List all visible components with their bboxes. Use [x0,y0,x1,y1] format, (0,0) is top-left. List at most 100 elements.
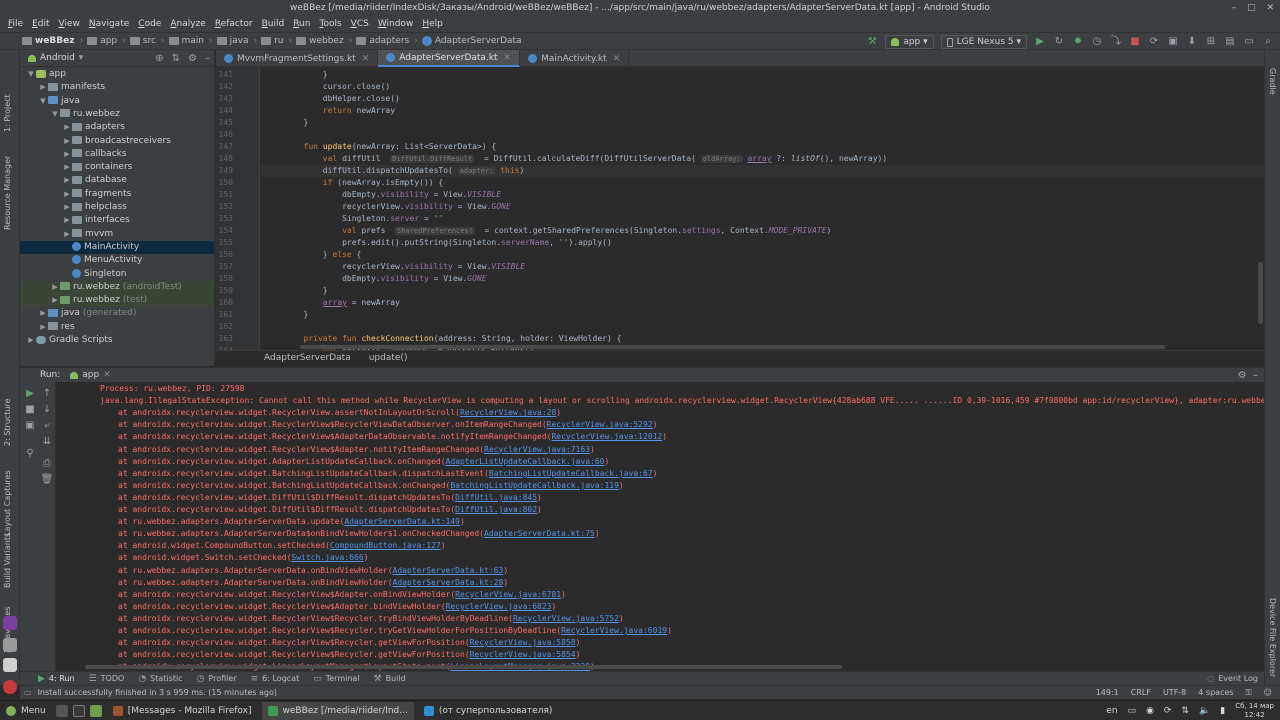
taskbar-window[interactable]: [Messages - Mozilla Firefox] [107,702,258,720]
profile-icon[interactable]: ◷ [1091,36,1103,48]
file-encoding[interactable]: UTF-8 [1163,688,1186,698]
chevron-right-icon[interactable]: ▶ [62,121,72,134]
stack-trace-link[interactable]: RecyclerView.java:5858 [470,638,576,647]
bottom-tab[interactable]: ▭ Terminal [313,674,359,684]
crumb-class[interactable]: AdapterServerData [264,353,351,363]
chevron-right-icon[interactable]: ▶ [38,321,48,334]
layout-captures-tool-tab[interactable]: Layout Captures [3,470,12,536]
close-icon[interactable]: ✕ [613,54,621,64]
chevron-right-icon[interactable]: ▶ [62,214,72,227]
locate-icon[interactable]: ⊕ [155,53,163,64]
chevron-right-icon[interactable]: ▶ [62,228,72,241]
stack-trace-link[interactable]: AdapterServerData.kt:63 [393,566,504,575]
bottom-tab[interactable]: ◷ Profiler [197,674,237,684]
breadcrumb-item[interactable]: adapters › [356,36,418,46]
tree-item[interactable]: ▼ java [20,95,214,108]
stack-trace-link[interactable]: AdapterServerData.kt:28 [393,578,504,587]
breadcrumb-item[interactable]: ru › [261,36,292,46]
desktop-launcher-icon[interactable] [3,616,17,630]
run-tab-app[interactable]: app ✕ [70,370,111,380]
stack-trace-link[interactable]: AdapterServerData.kt:149 [344,517,460,526]
close-icon[interactable]: ✕ [362,54,370,64]
menu-item-navigate[interactable]: Navigate [89,19,129,29]
editor-horizontal-scrollbar[interactable] [300,345,1165,349]
editor-tab[interactable]: MvvmFragmentSettings.kt ✕ [216,50,379,67]
taskbar-window[interactable]: weBBez [/media/riider/Ind... [261,701,414,720]
tree-item[interactable]: ▼ ru.webbez [20,108,214,121]
chevron-right-icon[interactable]: ▶ [50,294,60,307]
breadcrumb-item[interactable]: AdapterServerData [421,36,522,46]
tree-item[interactable]: ▶ ru.webbez (test) [20,294,214,308]
menu-item-refactor[interactable]: Refactor [215,19,253,29]
chevron-right-icon[interactable]: ▶ [62,201,72,214]
stack-trace-link[interactable]: RecyclerView.java:5292 [547,420,653,429]
stack-trace-link[interactable]: AdapterListUpdateCallback.java:60 [446,457,605,466]
update-icon[interactable]: ⟳ [1164,706,1172,716]
sdk-manager-icon[interactable]: ⬇ [1186,36,1198,48]
tree-item[interactable]: MainActivity [20,240,214,254]
files-icon[interactable] [89,704,102,717]
tree-item[interactable]: ▶ containers [20,161,214,174]
device-dropdown[interactable]: LGE Nexus 5 ▾ [940,35,1027,49]
volume-icon[interactable]: 🔈 [1199,706,1210,716]
bottom-tab[interactable]: ▶ 4: Run [38,674,75,684]
search-launcher-icon[interactable] [3,638,17,652]
pin-icon[interactable]: ⚲ [23,448,37,460]
stack-trace-link[interactable]: AdapterServerData.kt:75 [484,529,595,538]
close-icon[interactable]: ✕ [504,53,512,63]
menu-item-window[interactable]: Window [378,19,414,29]
menu-item-tools[interactable]: Tools [319,19,341,29]
run-config-dropdown[interactable]: app ▾ [885,35,934,49]
build-variants-tool-tab[interactable]: Build Variants [3,533,12,588]
lock-icon[interactable] [3,658,17,672]
sync-icon[interactable]: ⟳ [1148,36,1160,48]
menu-item-code[interactable]: Code [138,19,161,29]
project-tool-tab[interactable]: 1: Project [3,94,12,132]
code-editor[interactable]: } cursor.close() dbHelper.close() return… [261,67,1264,350]
device-file-explorer-tool-tab[interactable]: Device File Explorer [1268,598,1277,677]
battery-icon[interactable]: ▮ [1220,706,1225,716]
stack-trace-link[interactable]: DiffUtil.java:802 [455,505,537,514]
stack-trace-link[interactable]: RecyclerView.java:6781 [455,590,561,599]
stack-trace-link[interactable]: RecyclerView.java:12012 [551,432,662,441]
chevron-right-icon[interactable]: ▶ [62,135,72,148]
event-log-tab[interactable]: ◌ Event Log [1207,674,1258,683]
tree-item[interactable]: ▼ app [20,68,214,81]
stack-trace-link[interactable]: CompoundButton.java:127 [330,541,441,550]
gear-icon[interactable]: ⚙ [1238,370,1247,381]
search-icon[interactable]: ⌕ [1262,36,1274,48]
hide-panels-icon[interactable]: ▭ [24,688,32,697]
stop-icon[interactable]: ■ [23,404,37,416]
tree-item[interactable]: ▶ adapters [20,121,214,134]
avd-manager-icon[interactable]: ▣ [1167,36,1179,48]
editor-tab[interactable]: MainActivity.kt ✕ [520,50,630,67]
network-icon[interactable]: ⇅ [1181,706,1189,716]
inspector-icon[interactable]: ☺ [1264,688,1272,698]
menu-item-run[interactable]: Run [293,19,310,29]
lock-icon[interactable]: ⚿ [1246,688,1252,698]
stack-trace-link[interactable]: BatchingListUpdateCallback.java:67 [489,469,653,478]
print-icon[interactable]: ⎙ [40,458,54,470]
soft-wrap-icon[interactable]: ⤶ [40,420,54,432]
bottom-tab[interactable]: ◔ Statistic [138,674,182,684]
hide-panel-icon[interactable]: – [205,53,210,64]
breadcrumb-item[interactable]: app › [87,36,126,46]
status-message[interactable]: Install successfully finished in 3 s 959… [38,688,277,697]
keyboard-layout[interactable]: en [1106,706,1117,716]
editor-vertical-scrollbar[interactable] [1258,262,1263,324]
stack-trace-link[interactable]: BatchingListUpdateCallback.java:119 [450,481,619,490]
scroll-to-end-icon[interactable]: ⇊ [40,436,54,448]
chevron-right-icon[interactable]: ▶ [38,81,48,94]
menu-item-view[interactable]: View [59,19,80,29]
console-horizontal-scrollbar[interactable] [85,665,842,669]
power-icon[interactable] [3,680,17,694]
chevron-down-icon[interactable]: ▾ [79,53,84,63]
camera-icon[interactable]: ▣ [23,420,37,432]
tree-item[interactable]: ▶ helpclass [20,201,214,214]
stack-trace-link[interactable]: DiffUtil.java:845 [455,493,537,502]
chevron-right-icon[interactable]: ▶ [62,188,72,201]
run-icon[interactable]: ▶ [1034,36,1046,48]
stack-trace-link[interactable]: RecyclerView.java:28 [460,408,556,417]
resource-manager-tool-tab[interactable]: Resource Manager [3,156,12,230]
menu-item-edit[interactable]: Edit [32,19,49,29]
